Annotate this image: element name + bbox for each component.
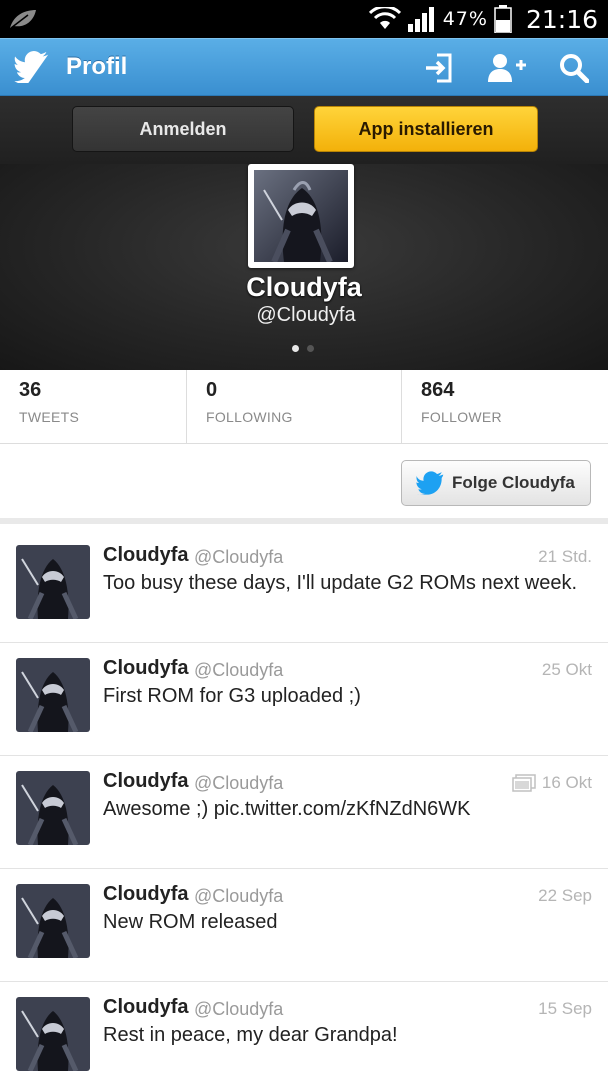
- tweet-timestamp: 25 Okt: [542, 660, 592, 680]
- profile-name: Cloudyfa: [246, 272, 362, 302]
- tweet-author-name[interactable]: Cloudyfa: [103, 544, 189, 567]
- tweet-item[interactable]: Cloudyfa @Cloudyfa 15 Sep Rest in peace,…: [0, 982, 608, 1080]
- stat-label: FOLLOWER: [421, 409, 502, 425]
- tweet-author-name[interactable]: Cloudyfa: [103, 770, 189, 793]
- stat-value: 864: [421, 379, 455, 401]
- tweet-avatar[interactable]: [16, 658, 90, 732]
- tweet-author-handle[interactable]: @Cloudyfa: [194, 999, 283, 1020]
- tweet-author-name[interactable]: Cloudyfa: [103, 883, 189, 906]
- stat-value: 36: [19, 379, 42, 401]
- sign-in-icon: [426, 53, 452, 83]
- battery-percentage: 47%: [442, 8, 488, 30]
- tweet-time-text: 25 Okt: [541, 660, 592, 679]
- stat-following[interactable]: 0 FOLLOWING: [187, 370, 402, 444]
- stat-label: TWEETS: [19, 409, 80, 425]
- wifi-icon: [368, 7, 401, 29]
- tweet-text: New ROM released: [103, 911, 278, 933]
- tweet-timestamp: 16 Okt: [512, 773, 592, 793]
- avatar-image: [16, 771, 90, 845]
- tweet-timestamp: 15 Sep: [538, 999, 592, 1019]
- search-button[interactable]: [540, 39, 608, 97]
- tweet-author-handle[interactable]: @Cloudyfa: [194, 547, 283, 568]
- stat-tweets[interactable]: 36 TWEETS: [0, 370, 187, 444]
- profile-header[interactable]: Cloudyfa @Cloudyfa: [0, 164, 608, 370]
- add-user-button[interactable]: [472, 39, 540, 97]
- stat-label: FOLLOWING: [206, 409, 293, 425]
- tweet-text: Awesome ;) pic.twitter.com/zKfNZdN6WK: [103, 798, 471, 820]
- tweet-time-text: 22 Sep: [538, 886, 592, 905]
- clock: 21:16: [525, 4, 598, 34]
- twitter-bird-icon: [416, 471, 444, 495]
- tweet-text: Too busy these days, I'll update G2 ROMs…: [103, 572, 578, 594]
- tweet-list: Cloudyfa @Cloudyfa 21 Std. Too busy thes…: [0, 530, 608, 1080]
- tweet-avatar[interactable]: [16, 771, 90, 845]
- tweet-timestamp: 22 Sep: [538, 886, 592, 906]
- tweet-author-handle[interactable]: @Cloudyfa: [194, 773, 283, 794]
- search-icon: [560, 54, 589, 83]
- twitter-bird-icon[interactable]: [14, 51, 50, 83]
- tweet-timestamp: 21 Std.: [538, 547, 592, 567]
- leaf-icon: [10, 10, 36, 29]
- app-header: Profil: [0, 38, 608, 96]
- tweet-item[interactable]: Cloudyfa @Cloudyfa 25 Okt First ROM for …: [0, 643, 608, 756]
- tweet-avatar[interactable]: [16, 545, 90, 619]
- status-bar: 47% 21:16: [0, 0, 608, 38]
- tweet-item[interactable]: Cloudyfa @Cloudyfa 22 Sep New ROM releas…: [0, 869, 608, 982]
- page-dot-active: [292, 345, 299, 352]
- avatar-image: [254, 170, 348, 262]
- tweet-time-text: 15 Sep: [538, 999, 592, 1018]
- login-button[interactable]: Anmelden: [72, 106, 294, 152]
- avatar-image: [16, 545, 90, 619]
- tweet-author-name[interactable]: Cloudyfa: [103, 657, 189, 680]
- tweet-avatar[interactable]: [16, 997, 90, 1071]
- tweet-item[interactable]: Cloudyfa @Cloudyfa 16 Okt Awesome ;) pic…: [0, 756, 608, 869]
- profile-stats: 36 TWEETS 0 FOLLOWING 864 FOLLOWER: [0, 370, 608, 444]
- stat-followers[interactable]: 864 FOLLOWER: [402, 370, 608, 444]
- login-bar: Anmelden App installieren: [0, 96, 608, 164]
- tweet-time-text: 16 Okt: [541, 773, 592, 792]
- tweet-avatar[interactable]: [16, 884, 90, 958]
- follow-area: Folge Cloudyfa: [0, 444, 608, 524]
- profile-avatar[interactable]: [248, 164, 354, 268]
- page-indicator: [292, 345, 314, 352]
- tweet-text: Rest in peace, my dear Grandpa!: [103, 1024, 398, 1046]
- battery-icon: [494, 5, 512, 33]
- tweet-item[interactable]: Cloudyfa @Cloudyfa 21 Std. Too busy thes…: [0, 530, 608, 643]
- page-title: Profil: [66, 53, 128, 80]
- tweet-author-handle[interactable]: @Cloudyfa: [194, 886, 283, 907]
- tweet-text: First ROM for G3 uploaded ;): [103, 685, 361, 707]
- add-user-icon: [488, 54, 526, 82]
- page-dot: [307, 345, 314, 352]
- profile-handle: @Cloudyfa: [256, 304, 356, 326]
- sign-in-button[interactable]: [404, 39, 472, 97]
- avatar-image: [16, 884, 90, 958]
- avatar-image: [16, 658, 90, 732]
- stat-value: 0: [206, 379, 218, 401]
- tweet-time-text: 21 Std.: [538, 547, 592, 566]
- tweet-author-handle[interactable]: @Cloudyfa: [194, 660, 283, 681]
- tweet-author-name[interactable]: Cloudyfa: [103, 996, 189, 1019]
- media-icon: [512, 774, 536, 792]
- follow-label: Folge Cloudyfa: [452, 473, 575, 492]
- signal-icon: [407, 7, 434, 32]
- install-app-button[interactable]: App installieren: [314, 106, 538, 152]
- avatar-image: [16, 997, 90, 1071]
- follow-button[interactable]: Folge Cloudyfa: [401, 460, 591, 506]
